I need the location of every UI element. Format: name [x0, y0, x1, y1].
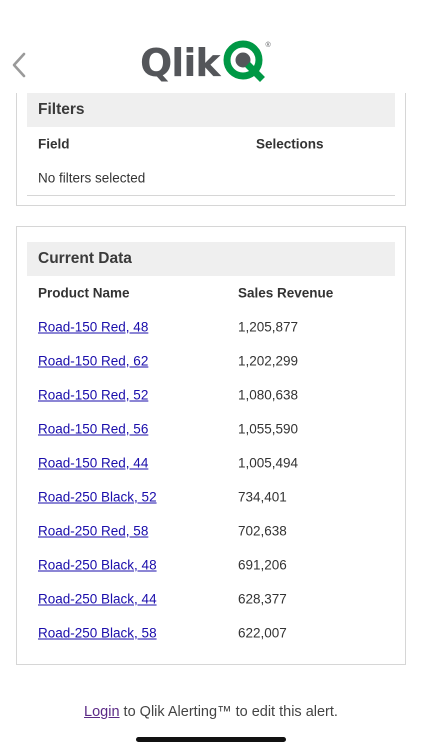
table-row: Road-150 Red, 56 1,055,590: [27, 412, 395, 446]
table-row: Road-250 Black, 52 734,401: [27, 480, 395, 514]
no-filters-text: No filters selected: [38, 170, 146, 186]
field-column-header: Field: [38, 136, 70, 152]
alert-page: Qlik ® Filters Field Selections No filte…: [0, 0, 422, 750]
table-row: Road-250 Black, 48 691,206: [27, 548, 395, 582]
filters-empty-row: No filters selected: [27, 161, 395, 195]
product-link[interactable]: Road-250 Black, 52: [38, 490, 157, 505]
selections-column-header: Selections: [256, 136, 324, 152]
product-link[interactable]: Road-250 Black, 44: [38, 592, 157, 607]
filters-title: Filters: [27, 93, 395, 127]
product-link[interactable]: Road-250 Black, 48: [38, 558, 157, 573]
sales-revenue-value: 628,377: [238, 591, 287, 607]
logo-text: Qlik: [140, 41, 221, 85]
table-row: Road-150 Red, 44 1,005,494: [27, 446, 395, 480]
registered-mark: ®: [265, 41, 271, 49]
sales-revenue-value: 1,080,638: [238, 387, 299, 403]
product-link[interactable]: Road-150 Red, 52: [38, 388, 148, 403]
table-row: Road-250 Red, 58 702,638: [27, 514, 395, 548]
sales-revenue-column-header: Sales Revenue: [238, 285, 334, 301]
product-link[interactable]: Road-150 Red, 56: [38, 422, 148, 437]
sales-revenue-value: 691,206: [238, 557, 287, 573]
current-data-panel: Current Data Product Name Sales Revenue …: [16, 226, 406, 665]
product-link[interactable]: Road-250 Black, 58: [38, 626, 157, 641]
filters-divider: [27, 195, 395, 196]
sales-revenue-value: 1,205,877: [238, 319, 299, 335]
qlik-q-icon: [223, 40, 265, 82]
data-column-headers: Product Name Sales Revenue: [27, 276, 395, 310]
current-data-title: Current Data: [27, 242, 395, 276]
filters-panel: Filters Field Selections No filters sele…: [16, 80, 406, 206]
table-row: Road-250 Black, 58 622,007: [27, 616, 395, 650]
back-button[interactable]: [6, 48, 32, 82]
table-row: Road-150 Red, 48 1,205,877: [27, 310, 395, 344]
filters-column-headers: Field Selections: [27, 127, 395, 161]
product-link[interactable]: Road-150 Red, 44: [38, 456, 148, 471]
sales-revenue-value: 622,007: [238, 625, 287, 641]
product-link[interactable]: Road-150 Red, 62: [38, 354, 148, 369]
product-link[interactable]: Road-250 Red, 58: [38, 524, 148, 539]
table-row: Road-150 Red, 62 1,202,299: [27, 344, 395, 378]
home-indicator[interactable]: [136, 737, 286, 742]
sales-revenue-value: 1,202,299: [238, 353, 299, 369]
sales-revenue-value: 1,005,494: [238, 455, 299, 471]
login-link[interactable]: Login: [84, 704, 119, 720]
table-row: Road-250 Black, 44 628,377: [27, 582, 395, 616]
sales-revenue-value: 1,055,590: [238, 421, 299, 437]
footer-text: to Qlik Alerting™ to edit this alert.: [119, 704, 338, 720]
chevron-left-icon: [12, 52, 26, 78]
product-link[interactable]: Road-150 Red, 48: [38, 320, 148, 335]
sales-revenue-value: 702,638: [238, 523, 287, 539]
sales-revenue-value: 734,401: [238, 489, 287, 505]
header: Qlik ®: [0, 0, 422, 93]
product-name-column-header: Product Name: [38, 285, 130, 301]
table-row: Road-150 Red, 52 1,080,638: [27, 378, 395, 412]
footer-message: Login to Qlik Alerting™ to edit this ale…: [0, 704, 422, 720]
qlik-logo: Qlik ®: [140, 40, 271, 86]
